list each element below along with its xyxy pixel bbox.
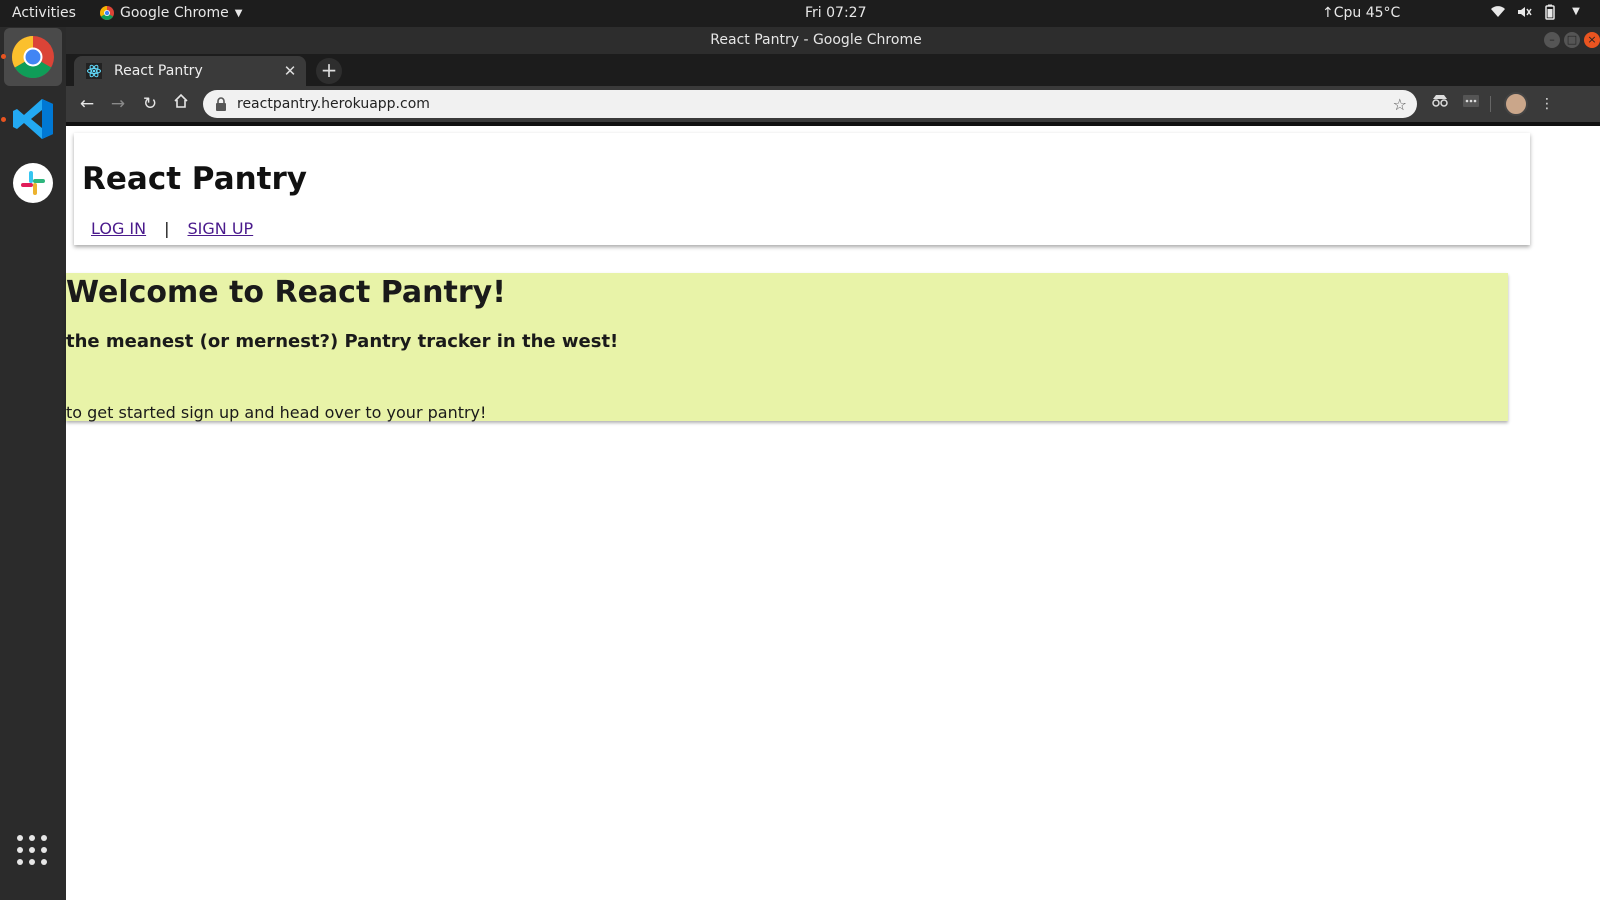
app-menu[interactable]: Google Chrome ▼ — [100, 5, 242, 21]
auth-nav: LOG IN | SIGN UP — [91, 219, 253, 238]
chevron-down-icon: ▼ — [234, 7, 243, 19]
close-icon[interactable]: × — [1584, 32, 1600, 48]
bookmark-star-icon[interactable]: ☆ — [1393, 95, 1407, 114]
clock[interactable]: Fri 07:27 — [805, 5, 866, 21]
back-icon[interactable]: ← — [75, 92, 99, 116]
slack-icon — [13, 163, 53, 203]
minimize-icon[interactable]: – — [1544, 32, 1560, 48]
system-tray[interactable]: ▼ — [1490, 4, 1584, 20]
welcome-tagline: the meanest (or mernest?) Pantry tracker… — [66, 331, 619, 352]
reload-icon[interactable]: ↻ — [138, 92, 162, 116]
window-title: React Pantry - Google Chrome — [710, 32, 922, 48]
welcome-instructions: to get started sign up and head over to … — [66, 403, 487, 422]
browser-toolbar: ← → ↻ reactpantry.herokuapp.com ☆ ⋮ — [66, 86, 1600, 122]
more-menu-icon[interactable]: ⋮ — [1535, 92, 1559, 116]
address-bar[interactable]: reactpantry.herokuapp.com ☆ — [203, 90, 1417, 118]
dock — [0, 27, 66, 900]
new-tab-button[interactable]: + — [316, 58, 342, 84]
chevron-down-icon[interactable]: ▼ — [1568, 4, 1584, 20]
wifi-icon[interactable] — [1490, 4, 1506, 20]
dock-chrome[interactable] — [4, 28, 62, 86]
cpu-indicator: ↑Cpu 45°C — [1322, 5, 1401, 21]
dock-vscode[interactable] — [4, 90, 62, 148]
home-icon[interactable] — [169, 92, 193, 116]
web-page: React Pantry LOG IN | SIGN UP Welcome to… — [66, 126, 1600, 900]
lock-icon — [216, 97, 226, 111]
close-tab-icon[interactable]: ✕ — [280, 61, 300, 81]
signup-link[interactable]: SIGN UP — [188, 219, 254, 238]
app-menu-label: Google Chrome — [120, 5, 229, 21]
nav-separator: | — [164, 219, 170, 238]
volume-mute-icon[interactable] — [1516, 4, 1532, 20]
window-titlebar[interactable]: React Pantry - Google Chrome – □ × — [66, 27, 1600, 54]
welcome-panel: Welcome to React Pantry! the meanest (or… — [66, 273, 1508, 422]
react-icon — [86, 63, 102, 79]
tab-react-pantry[interactable]: React Pantry ✕ — [74, 56, 306, 86]
tab-title: React Pantry — [114, 63, 203, 79]
running-indicator — [1, 117, 6, 122]
tab-strip: React Pantry ✕ + — [66, 54, 1600, 86]
welcome-heading: Welcome to React Pantry! — [66, 275, 506, 310]
chrome-window: React Pantry - Google Chrome – □ × React… — [66, 27, 1600, 900]
site-title: React Pantry — [82, 161, 307, 197]
show-applications-button[interactable] — [14, 832, 50, 868]
toolbar-divider — [1490, 96, 1491, 112]
window-controls: – □ × — [1544, 32, 1600, 48]
battery-icon[interactable] — [1542, 4, 1558, 20]
chrome-icon — [100, 6, 114, 20]
forward-icon[interactable]: → — [106, 92, 130, 116]
activities-button[interactable]: Activities — [12, 5, 76, 21]
dock-slack[interactable] — [4, 154, 62, 212]
login-link[interactable]: LOG IN — [91, 219, 146, 238]
running-indicator — [1, 54, 6, 59]
site-header: React Pantry LOG IN | SIGN UP — [74, 133, 1530, 245]
extension-icon[interactable] — [1459, 92, 1483, 116]
url-text: reactpantry.herokuapp.com — [237, 96, 430, 112]
vscode-icon — [13, 99, 53, 139]
profile-avatar[interactable] — [1504, 92, 1528, 116]
system-top-bar: Activities Google Chrome ▼ Fri 07:27 ↑Cp… — [0, 0, 1600, 27]
chrome-icon — [11, 35, 54, 79]
extension-incognito-icon[interactable] — [1428, 92, 1452, 116]
maximize-icon[interactable]: □ — [1564, 32, 1580, 48]
